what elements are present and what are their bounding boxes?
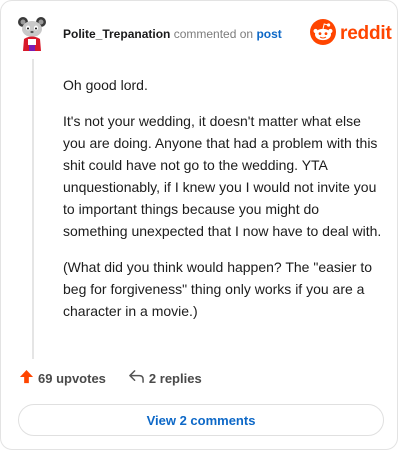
comment-card: Polite_Trepanation commented on post red…: [0, 0, 398, 450]
reddit-logo-icon: [310, 18, 336, 50]
comment-actions: 69 upvotes 2 replies: [19, 369, 202, 387]
comment-body: Oh good lord. It's not your wedding, it …: [63, 74, 385, 336]
reddit-logo[interactable]: reddit: [310, 18, 392, 50]
upvote-button[interactable]: 69 upvotes: [19, 369, 106, 387]
post-link[interactable]: post: [256, 27, 281, 41]
reply-arrow-icon: [128, 369, 145, 387]
comment-paragraph: Oh good lord.: [63, 77, 148, 93]
comment-paragraph: It's not your wedding, it doesn't matter…: [63, 113, 382, 239]
upvote-arrow-icon: [19, 369, 34, 387]
comment-header: Polite_Trepanation commented on post: [63, 27, 282, 41]
view-comments-button[interactable]: View 2 comments: [18, 404, 384, 436]
replies-button[interactable]: 2 replies: [128, 369, 202, 387]
username-link[interactable]: Polite_Trepanation: [63, 27, 170, 41]
replies-count: 2 replies: [148, 370, 202, 386]
avatar[interactable]: [17, 15, 47, 51]
thread-line[interactable]: [32, 59, 34, 359]
reddit-wordmark: reddit: [340, 23, 392, 44]
comment-paragraph: (What did you think would happen? The "e…: [63, 259, 373, 319]
action-text: commented on: [173, 27, 254, 41]
upvote-count: 69 upvotes: [38, 370, 106, 386]
